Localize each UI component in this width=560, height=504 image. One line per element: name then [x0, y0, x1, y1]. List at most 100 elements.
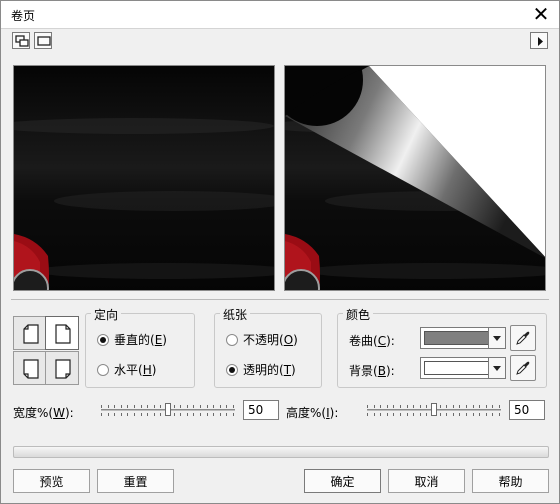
title-bar: 卷页 ✕	[1, 1, 559, 28]
slider-tick	[420, 405, 421, 408]
eyedropper-icon	[516, 361, 530, 375]
corner-bottom-left-button[interactable]	[13, 351, 47, 385]
corner-bottom-right-button[interactable]	[45, 351, 79, 385]
result-preview[interactable]	[284, 65, 546, 291]
original-preview-image	[14, 66, 274, 290]
slider-tick	[141, 405, 142, 408]
slider-tick	[233, 405, 234, 408]
expand-arrow-button[interactable]	[530, 32, 548, 49]
slider-tick	[387, 413, 388, 416]
slider-tick	[174, 413, 175, 416]
slider-tick	[426, 413, 427, 416]
height-slider[interactable]	[367, 400, 501, 420]
background-eyedropper-button[interactable]	[510, 355, 536, 381]
background-color-dropdown-button[interactable]	[488, 357, 506, 379]
split-preview-button[interactable]	[12, 32, 30, 49]
corner-top-right-button[interactable]	[45, 316, 79, 350]
vertical-radio-dot[interactable]	[97, 333, 109, 346]
slider-tick	[174, 405, 175, 408]
slider-tick	[473, 413, 474, 416]
horizontal-radio[interactable]: 水平(H)	[97, 361, 156, 378]
slider-tick	[400, 405, 401, 408]
slider-tick	[180, 413, 181, 416]
slider-tick	[108, 413, 109, 416]
width-slider-thumb[interactable]	[165, 403, 171, 416]
preview-button[interactable]: 预览	[13, 469, 90, 493]
curl-color-label: 卷曲(C):	[349, 334, 395, 348]
slider-tick	[486, 413, 487, 416]
transparent-radio[interactable]: 透明的(T)	[226, 361, 296, 378]
slider-tick	[147, 405, 148, 408]
slider-tick	[499, 405, 500, 408]
opaque-radio[interactable]: 不透明(O)	[226, 331, 298, 348]
transparent-radio-label: 透明的(T)	[243, 363, 296, 377]
width-slider[interactable]	[101, 400, 235, 420]
corner-top-left-button[interactable]	[13, 316, 47, 350]
transparent-radio-dot[interactable]	[226, 363, 238, 376]
opaque-radio-dot[interactable]	[226, 333, 238, 346]
opaque-radio-label: 不透明(O)	[243, 333, 298, 347]
slider-tick	[127, 413, 128, 416]
close-icon[interactable]: ✕	[531, 4, 551, 24]
slider-tick	[367, 413, 368, 416]
slider-tick	[466, 413, 467, 416]
slider-tick	[479, 413, 480, 416]
slider-tick	[426, 405, 427, 408]
horizontal-radio-dot[interactable]	[97, 363, 109, 376]
slider-tick	[459, 413, 460, 416]
window-title: 卷页	[11, 9, 36, 23]
height-input[interactable]: 50	[509, 400, 545, 420]
ok-button[interactable]: 确定	[304, 469, 381, 493]
original-preview[interactable]	[13, 65, 275, 291]
horizontal-radio-label: 水平(H)	[114, 363, 157, 377]
slider-tick	[193, 405, 194, 408]
reset-button[interactable]: 重置	[97, 469, 174, 493]
slider-tick	[213, 405, 214, 408]
slider-tick	[134, 405, 135, 408]
slider-tick	[492, 405, 493, 408]
width-input[interactable]: 50	[243, 400, 279, 420]
slider-tick	[473, 405, 474, 408]
slider-tick	[453, 413, 454, 416]
single-preview-button[interactable]	[34, 32, 52, 49]
slider-tick	[154, 413, 155, 416]
slider-tick	[108, 405, 109, 408]
slider-tick	[207, 405, 208, 408]
paper-title: 纸张	[220, 306, 251, 323]
vertical-radio[interactable]: 垂直的(E)	[97, 331, 167, 348]
orientation-title: 定向	[91, 306, 122, 323]
slider-tick	[121, 405, 122, 408]
height-label: 高度%(I):	[286, 406, 339, 420]
slider-tick	[492, 413, 493, 416]
separator	[11, 299, 549, 300]
corner-top-left-icon	[23, 324, 39, 344]
slider-tick	[446, 413, 447, 416]
single-view-icon	[37, 36, 51, 46]
slider-tick	[134, 413, 135, 416]
slider-tick	[393, 405, 394, 408]
page-curl-dialog: 卷页 ✕ 定向 垂直的(E) 水平(H) 纸张 不透明(O) 透明的(T) 颜色…	[0, 0, 560, 504]
slider-tick	[187, 413, 188, 416]
slider-tick	[380, 405, 381, 408]
corner-bottom-left-icon	[23, 359, 39, 379]
toolbar	[1, 28, 559, 53]
slider-tick	[121, 413, 122, 416]
slider-tick	[213, 413, 214, 416]
cancel-button[interactable]: 取消	[388, 469, 465, 493]
help-button[interactable]: 帮助	[472, 469, 549, 493]
slider-tick	[374, 405, 375, 408]
curl-eyedropper-button[interactable]	[510, 325, 536, 351]
slider-tick	[220, 405, 221, 408]
slider-tick	[114, 405, 115, 408]
height-slider-thumb[interactable]	[431, 403, 437, 416]
slider-tick	[233, 413, 234, 416]
width-label: 宽度%(W):	[13, 406, 74, 420]
slider-tick	[453, 405, 454, 408]
vertical-radio-label: 垂直的(E)	[114, 333, 167, 347]
slider-tick	[193, 413, 194, 416]
curl-color-dropdown-button[interactable]	[488, 327, 506, 349]
slider-tick	[200, 405, 201, 408]
slider-tick	[459, 405, 460, 408]
slider-tick	[226, 405, 227, 408]
background-color-label: 背景(B):	[349, 364, 395, 378]
